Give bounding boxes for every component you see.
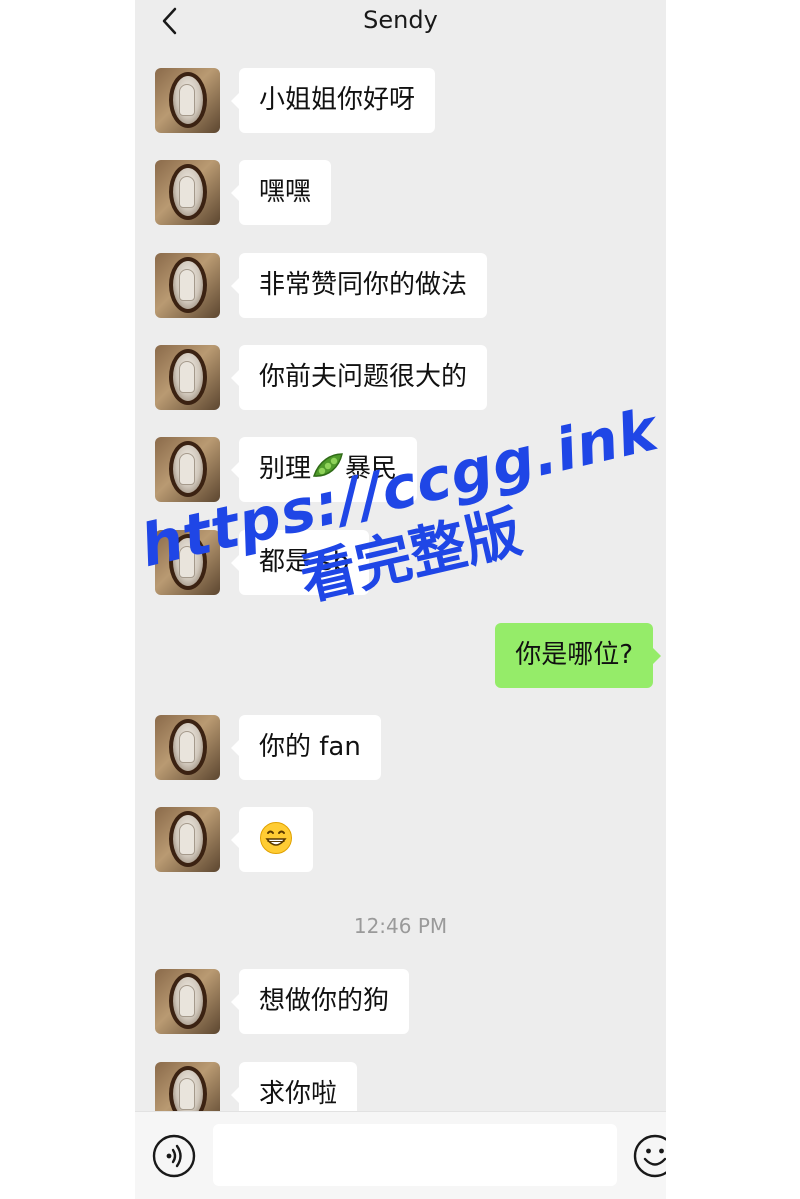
timestamp: 12:46 PM	[353, 914, 448, 938]
avatar[interactable]	[155, 345, 220, 410]
nav-bar: Sendy	[135, 0, 666, 45]
message-bubble[interactable]: 嘿嘿	[230, 160, 332, 225]
avatar[interactable]	[155, 160, 220, 225]
message-bubble[interactable]: 别理 暴民	[230, 437, 418, 502]
pea-pod-emoji	[312, 453, 343, 477]
message-bubble[interactable]: 想做你的狗	[230, 969, 410, 1034]
avatar[interactable]	[155, 437, 220, 502]
grinning-face-emoji	[260, 822, 292, 854]
message-bubble[interactable]: 你的 fan	[231, 715, 381, 780]
avatar[interactable]	[155, 253, 220, 318]
message-text: 别理	[259, 454, 312, 484]
message-input[interactable]	[213, 1124, 617, 1186]
message-bubble[interactable]	[231, 807, 313, 872]
avatar[interactable]	[155, 68, 220, 133]
avatar[interactable]	[155, 715, 220, 780]
emoji-icon[interactable]	[633, 1134, 666, 1178]
avatar[interactable]	[155, 807, 220, 872]
message-bubble-outgoing[interactable]: 你是哪位?	[495, 623, 661, 688]
input-toolbar	[135, 1111, 666, 1199]
message-bubble[interactable]: 非常赞同你的做法	[230, 253, 488, 318]
avatar[interactable]	[155, 969, 220, 1034]
message-text: 暴民	[345, 454, 398, 484]
avatar[interactable]	[155, 530, 220, 595]
voice-icon[interactable]	[152, 1134, 196, 1178]
chat-title: Sendy	[363, 6, 438, 34]
message-bubble[interactable]: 小姐姐你好呀	[230, 68, 436, 133]
message-bubble[interactable]: 都是 sb	[230, 530, 370, 595]
chat-screen: Sendy 小姐姐你好呀 嘿嘿 非常赞同你的做法 你前夫问题很大的 别理 暴民 …	[135, 0, 666, 1199]
message-bubble[interactable]: 你前夫问题很大的	[230, 345, 488, 410]
